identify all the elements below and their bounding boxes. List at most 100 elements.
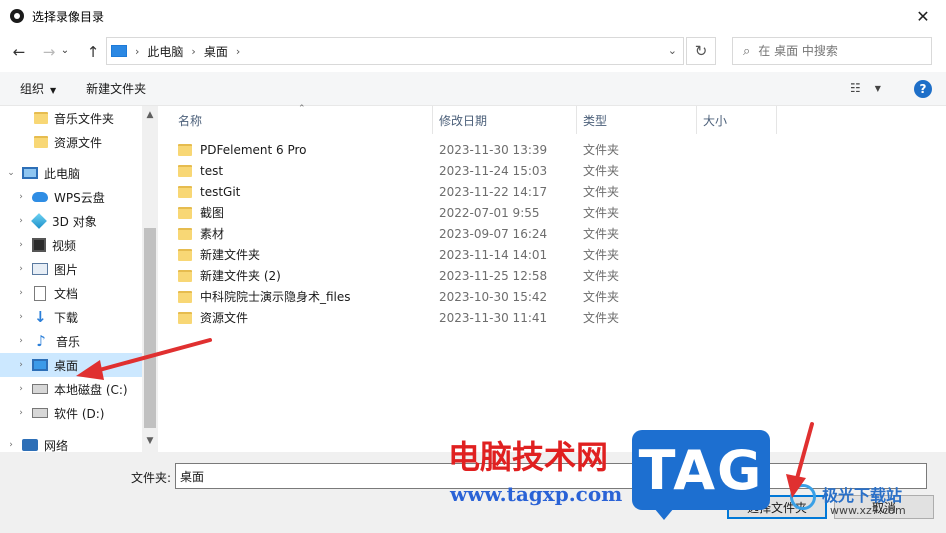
window-title: 选择录像目录	[32, 9, 105, 24]
close-button[interactable]: ✕	[900, 0, 946, 32]
sidebar-item-3d-objects[interactable]: › 3D 对象	[0, 209, 142, 233]
chevron-right-icon[interactable]: ›	[4, 440, 18, 450]
chevron-right-icon[interactable]: ›	[14, 192, 28, 202]
file-row[interactable]: 新建文件夹 2023-11-14 14:01 文件夹	[178, 244, 778, 265]
column-header-name[interactable]: 名称	[178, 106, 202, 134]
file-row[interactable]: 素材 2023-09-07 16:24 文件夹	[178, 223, 778, 244]
column-divider[interactable]	[432, 106, 433, 134]
sidebar-item-this-pc[interactable]: ⌄ 此电脑	[0, 161, 142, 185]
folder-icon	[178, 185, 192, 198]
file-row[interactable]: PDFelement 6 Pro 2023-11-30 13:39 文件夹	[178, 139, 778, 160]
details-view-icon: ☷	[850, 81, 861, 95]
sidebar-item-desktop[interactable]: › 桌面	[0, 353, 142, 377]
command-bar: 组织 ▼ 新建文件夹 ☷ ▼ ?	[0, 72, 946, 106]
breadcrumb-this-pc[interactable]: 此电脑	[147, 43, 183, 60]
refresh-button[interactable]: ↻	[686, 37, 716, 65]
column-header-type[interactable]: 类型	[583, 106, 607, 134]
organize-menu[interactable]: 组织 ▼	[0, 80, 66, 97]
address-bar[interactable]: › 此电脑 › 桌面 › ⌄	[106, 37, 684, 65]
chevron-right-icon[interactable]: ›	[14, 360, 28, 370]
sidebar-scrollbar[interactable]: ▲ ▼	[142, 106, 158, 452]
sidebar-item-local-disk-c[interactable]: › 本地磁盘 (C:)	[0, 377, 142, 401]
navigation-pane: 音乐文件夹 资源文件 ⌄ 此电脑 › WPS云盘 › 3D 对象 › 视频 › …	[0, 106, 158, 452]
title-bar: 选择录像目录 ✕	[0, 0, 946, 32]
file-row[interactable]: 新建文件夹 (2) 2023-11-25 12:58 文件夹	[178, 265, 778, 286]
file-name: 截图	[200, 206, 225, 220]
file-row[interactable]: testGit 2023-11-22 14:17 文件夹	[178, 181, 778, 202]
sidebar-item-documents[interactable]: › 文档	[0, 281, 142, 305]
view-options-button[interactable]: ☷ ▼	[850, 81, 881, 95]
scroll-up-icon[interactable]: ▲	[142, 110, 158, 120]
column-header-date[interactable]: 修改日期	[439, 106, 487, 134]
breadcrumb-separator[interactable]: ›	[236, 45, 240, 58]
column-divider[interactable]	[696, 106, 697, 134]
up-button[interactable]: ↑	[80, 39, 106, 65]
file-row[interactable]: 资源文件 2023-11-30 11:41 文件夹	[178, 307, 778, 328]
file-name: 新建文件夹	[200, 248, 261, 262]
file-type: 文件夹	[583, 185, 620, 199]
file-row[interactable]: test 2023-11-24 15:03 文件夹	[178, 160, 778, 181]
documents-icon	[34, 285, 46, 301]
sidebar-item-resource-files[interactable]: 资源文件	[0, 130, 142, 154]
file-date: 2023-11-22 14:17	[439, 184, 548, 199]
watermark-site-url: www.xz7.com	[830, 504, 906, 517]
sidebar-item-label: 软件 (D:)	[54, 406, 105, 421]
sidebar-item-label: 本地磁盘 (C:)	[54, 382, 128, 397]
folder-icon	[178, 164, 192, 177]
file-type: 文件夹	[583, 311, 620, 325]
network-icon	[22, 439, 38, 451]
breadcrumb-separator[interactable]: ›	[191, 45, 195, 58]
scrollbar-thumb[interactable]	[144, 228, 156, 428]
sidebar-item-label: 资源文件	[54, 135, 103, 150]
download-icon: ↓	[34, 307, 47, 326]
chevron-right-icon[interactable]: ›	[14, 288, 28, 298]
file-type: 文件夹	[583, 143, 620, 157]
recent-locations-button[interactable]: ⌄	[58, 37, 72, 63]
search-input[interactable]	[758, 44, 909, 58]
scroll-down-icon[interactable]: ▼	[142, 436, 158, 446]
file-type: 文件夹	[583, 164, 620, 178]
help-button[interactable]: ?	[914, 80, 932, 98]
drive-icon	[32, 384, 48, 394]
file-type: 文件夹	[583, 248, 620, 262]
sidebar-item-pictures[interactable]: › 图片	[0, 257, 142, 281]
chevron-right-icon[interactable]: ›	[14, 336, 28, 346]
sidebar-item-downloads[interactable]: › ↓ 下载	[0, 305, 142, 329]
file-name: testGit	[200, 184, 241, 199]
folder-icon	[34, 136, 48, 148]
sidebar-item-network[interactable]: › 网络	[0, 433, 142, 453]
sidebar-item-label: 视频	[52, 238, 77, 253]
file-row[interactable]: 中科院院士演示隐身术_files 2023-10-30 15:42 文件夹	[178, 286, 778, 307]
chevron-right-icon[interactable]: ›	[14, 240, 28, 250]
breadcrumb-desktop[interactable]: 桌面	[204, 43, 228, 60]
sidebar-item-label: 3D 对象	[52, 214, 97, 229]
chevron-down-icon[interactable]: ⌄	[4, 168, 18, 178]
chevron-right-icon[interactable]: ›	[14, 312, 28, 322]
breadcrumb-separator[interactable]: ›	[135, 45, 139, 58]
column-header-size[interactable]: 大小	[703, 106, 727, 134]
sidebar-item-music[interactable]: › ♪ 音乐	[0, 329, 142, 353]
chevron-right-icon[interactable]: ›	[14, 216, 28, 226]
column-divider[interactable]	[776, 106, 777, 134]
back-button[interactable]: ←	[6, 39, 32, 65]
video-icon	[32, 238, 46, 252]
address-dropdown-icon[interactable]: ⌄	[668, 44, 677, 57]
sidebar-item-software-d[interactable]: › 软件 (D:)	[0, 401, 142, 425]
folder-icon	[178, 227, 192, 240]
search-box[interactable]: ⌕	[732, 37, 932, 65]
new-folder-button[interactable]: 新建文件夹	[66, 80, 156, 97]
file-name: 新建文件夹 (2)	[200, 269, 281, 283]
chevron-right-icon[interactable]: ›	[14, 264, 28, 274]
folder-icon	[178, 206, 192, 219]
file-name: 资源文件	[200, 311, 249, 325]
file-type: 文件夹	[583, 227, 620, 241]
sidebar-item-videos[interactable]: › 视频	[0, 233, 142, 257]
chevron-right-icon[interactable]: ›	[14, 408, 28, 418]
file-row[interactable]: 截图 2022-07-01 9:55 文件夹	[178, 202, 778, 223]
file-name: PDFelement 6 Pro	[200, 142, 307, 157]
file-type: 文件夹	[583, 269, 620, 283]
sidebar-item-wps-cloud[interactable]: › WPS云盘	[0, 185, 142, 209]
chevron-right-icon[interactable]: ›	[14, 384, 28, 394]
column-divider[interactable]	[576, 106, 577, 134]
sidebar-item-music-folder[interactable]: 音乐文件夹	[0, 106, 142, 130]
